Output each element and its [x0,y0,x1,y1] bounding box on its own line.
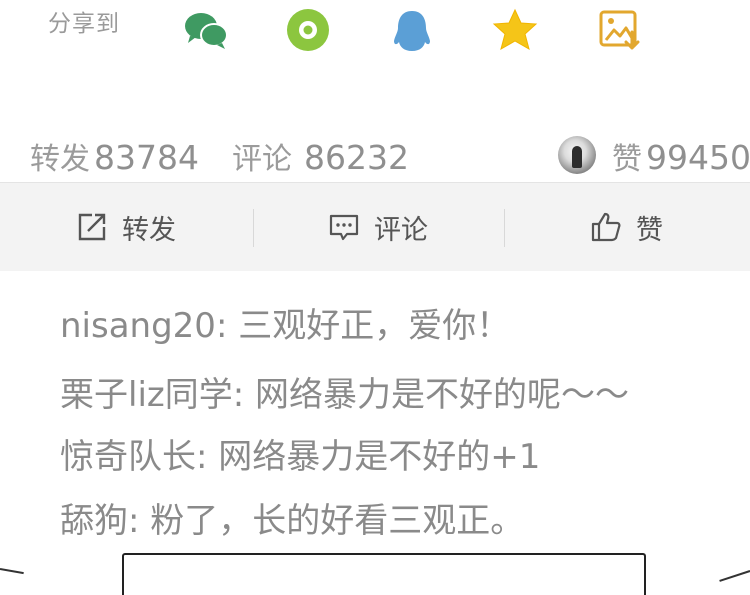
save-image-icon[interactable] [598,8,642,52]
divider [253,209,254,247]
repost-label: 转发 [122,214,176,246]
repost-count[interactable]: 转发 83784 [30,134,199,178]
repost-count-value: 83784 [94,138,199,177]
panel-frame-edge [122,553,646,595]
action-bar: 转发 评论 赞 [0,182,750,271]
like-label: 赞 [636,214,663,246]
comment-item[interactable]: 栗子liz同学: 网络暴力是不好的呢～～ [60,367,629,416]
comment-count[interactable]: 评论 86232 [232,134,409,178]
comment-item[interactable]: nisang20: 三观好正，爱你！ [60,298,510,347]
moments-icon[interactable] [286,8,330,52]
comment-icon [329,214,359,241]
wechat-icon[interactable] [182,8,228,52]
qzone-star-icon[interactable] [492,8,538,52]
thumbs-up-icon [591,212,621,242]
avatar[interactable] [558,136,596,174]
like-count[interactable]: 赞 99450 [612,134,750,178]
divider [504,209,505,247]
repost-button[interactable]: 转发 [76,183,176,271]
engagement-counts: 转发 83784 评论 86232 赞 99450 [0,128,750,182]
share-label: 分享到 [48,11,120,37]
comment-count-value: 86232 [304,138,409,177]
like-button[interactable]: 赞 [590,183,663,271]
panel-edge-line [0,568,24,575]
like-count-label: 赞 [612,142,642,177]
comment-label: 评论 [374,214,428,246]
panel-edge-line [719,570,750,582]
share-bar: 分享到 [0,0,750,60]
comment-item[interactable]: 舔狗: 粉了，长的好看三观正。 [60,493,524,542]
comment-item[interactable]: 惊奇队长: 网络暴力是不好的+1 [60,429,540,478]
like-count-value: 99450 [646,138,750,177]
repost-icon [78,213,106,241]
comment-button[interactable]: 评论 [328,183,428,271]
qq-icon[interactable] [390,8,434,52]
repost-count-label: 转发 [30,142,90,177]
comment-count-label: 评论 [232,142,292,177]
